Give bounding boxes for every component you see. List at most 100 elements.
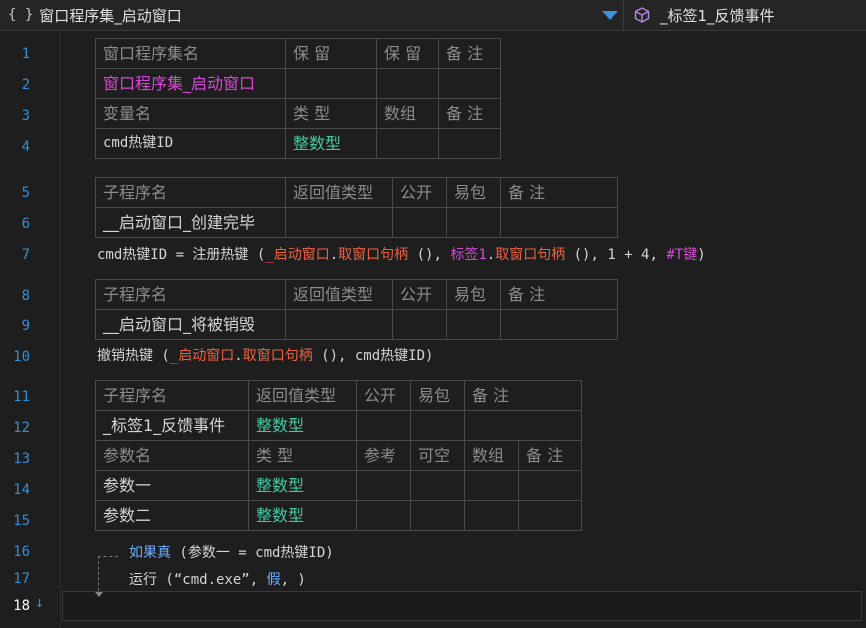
header-cell: 公开 <box>392 177 447 208</box>
line-number: 13 <box>13 451 30 467</box>
line-number: 4 <box>21 139 30 155</box>
empty-cell[interactable] <box>500 207 618 238</box>
empty-cell[interactable] <box>518 470 582 501</box>
line-number: 3 <box>21 108 30 124</box>
header-cell: 返回值类型 <box>248 380 357 411</box>
return-type[interactable]: 整数型 <box>248 410 357 441</box>
code-line-run[interactable]: 运行 (“cmd.exe”, 假, ) <box>129 568 306 592</box>
header-cell: 保 留 <box>376 38 439 69</box>
empty-cell[interactable] <box>410 410 465 441</box>
subroutine-table: 子程序名 返回值类型 公开 易包 备 注 _标签1_反馈事件 整数型 参数名 类… <box>95 380 582 531</box>
code-token: 运行 (“cmd.exe”, <box>129 572 267 588</box>
empty-cell[interactable] <box>464 470 519 501</box>
variable-name[interactable]: cmd热键ID <box>95 128 286 159</box>
code-line-register-hotkey[interactable]: cmd热键ID = 注册热键 (_启动窗口.取窗口句柄 (), 标签1.取窗口句… <box>97 243 706 267</box>
parameter-type[interactable]: 整数型 <box>248 500 357 531</box>
parameter-type[interactable]: 整数型 <box>248 470 357 501</box>
subroutine-selector-label: _标签1_反馈事件 <box>660 6 775 25</box>
line-number-current: 18 <box>13 598 30 614</box>
line-number: 6 <box>21 216 30 232</box>
code-token: (), 1 + 4, <box>565 247 667 263</box>
empty-cell[interactable] <box>392 207 447 238</box>
code-token: . <box>234 348 243 364</box>
code-token: . <box>329 247 339 263</box>
line-number: 8 <box>21 288 30 304</box>
line-number: 14 <box>13 482 30 498</box>
header-cell: 备 注 <box>500 279 618 310</box>
header-cell: 变量名 <box>95 98 286 129</box>
program-set-name[interactable]: 窗口程序集_启动窗口 <box>95 68 286 99</box>
header-cell: 易包 <box>410 380 465 411</box>
header-cell: 公开 <box>392 279 447 310</box>
empty-cell[interactable] <box>410 470 465 501</box>
code-line-if-true[interactable]: 如果真 (参数一 = cmd热键ID) <box>129 541 334 565</box>
flow-guide-line <box>98 556 118 596</box>
empty-cell[interactable] <box>500 309 618 340</box>
empty-cell[interactable] <box>438 68 501 99</box>
line-number: 9 <box>21 318 30 334</box>
empty-cell[interactable] <box>356 470 411 501</box>
header-cell: 备 注 <box>464 380 582 411</box>
code-editor[interactable]: 1 2 3 4 5 6 7 8 9 10 11 12 13 14 15 16 1… <box>0 31 866 628</box>
code-token: 取窗口句柄 <box>495 247 566 263</box>
variable-type[interactable]: 整数型 <box>285 128 377 159</box>
empty-cell[interactable] <box>446 207 501 238</box>
code-token: #T键 <box>666 247 698 263</box>
header-cell: 数组 <box>376 98 439 129</box>
empty-cell[interactable] <box>464 500 519 531</box>
editor-header-bar: { } 窗口程序集_启动窗口 _标签1_反馈事件 <box>0 0 866 31</box>
code-token: cmd热键ID = 注册热键 ( <box>97 247 266 263</box>
subroutine-selector[interactable]: _标签1_反馈事件 <box>624 0 866 30</box>
subroutine-name[interactable]: _标签1_反馈事件 <box>95 410 249 441</box>
empty-cell[interactable] <box>464 410 582 441</box>
code-token: 取窗口句柄 <box>338 247 409 263</box>
program-set-table: 窗口程序集名 保 留 保 留 备 注 窗口程序集_启动窗口 变量名 类 型 数组… <box>95 38 501 159</box>
code-token: , ) <box>280 572 306 588</box>
line-number: 16 <box>13 544 30 560</box>
header-cell: 窗口程序集名 <box>95 38 286 69</box>
code-token: 取窗口句柄 <box>242 348 313 364</box>
empty-cell[interactable] <box>410 500 465 531</box>
empty-cell[interactable] <box>285 309 393 340</box>
empty-cell[interactable] <box>376 68 439 99</box>
empty-cell[interactable] <box>356 410 411 441</box>
code-token: 撤销热键 ( <box>97 348 170 364</box>
line-number: 7 <box>21 247 30 263</box>
code-line-unregister-hotkey[interactable]: 撤销热键 (_启动窗口.取窗口句柄 (), cmd热键ID) <box>97 344 433 368</box>
line-number: 12 <box>13 420 30 436</box>
empty-cell[interactable] <box>285 68 377 99</box>
empty-cell[interactable] <box>392 309 447 340</box>
header-cell: 数组 <box>464 440 519 471</box>
program-set-selector[interactable]: { } 窗口程序集_启动窗口 <box>0 0 622 30</box>
parameter-name[interactable]: 参数一 <box>95 470 249 501</box>
chevron-down-icon[interactable] <box>602 11 618 20</box>
subroutine-name[interactable]: __启动窗口_将被销毁 <box>95 309 286 340</box>
code-token: 假 <box>266 572 281 588</box>
subroutine-name[interactable]: __启动窗口_创建完毕 <box>95 207 286 238</box>
empty-cell[interactable] <box>438 128 501 159</box>
header-cell: 备 注 <box>500 177 618 208</box>
line-number: 17 <box>13 571 30 587</box>
flow-arrow-icon <box>95 592 103 597</box>
current-line-input[interactable] <box>62 591 862 621</box>
parameter-name[interactable]: 参数二 <box>95 500 249 531</box>
header-cell: 保 留 <box>285 38 377 69</box>
code-token: 如果真 <box>129 545 171 561</box>
empty-cell[interactable] <box>285 207 393 238</box>
line-number: 2 <box>21 77 30 93</box>
header-cell: 子程序名 <box>95 279 286 310</box>
header-cell: 类 型 <box>285 98 377 129</box>
braces-icon: { } <box>8 7 34 23</box>
header-cell: 类 型 <box>248 440 357 471</box>
header-cell: 子程序名 <box>95 380 249 411</box>
header-cell: 子程序名 <box>95 177 286 208</box>
empty-cell[interactable] <box>446 309 501 340</box>
header-cell: 参数名 <box>95 440 249 471</box>
line-number: 11 <box>13 389 30 405</box>
header-cell: 备 注 <box>438 38 501 69</box>
empty-cell[interactable] <box>356 500 411 531</box>
subroutine-table: 子程序名 返回值类型 公开 易包 备 注 __启动窗口_将被销毁 <box>95 279 618 340</box>
empty-cell[interactable] <box>376 128 439 159</box>
empty-cell[interactable] <box>518 500 582 531</box>
current-line-arrow-icon: ↓ <box>35 593 45 611</box>
